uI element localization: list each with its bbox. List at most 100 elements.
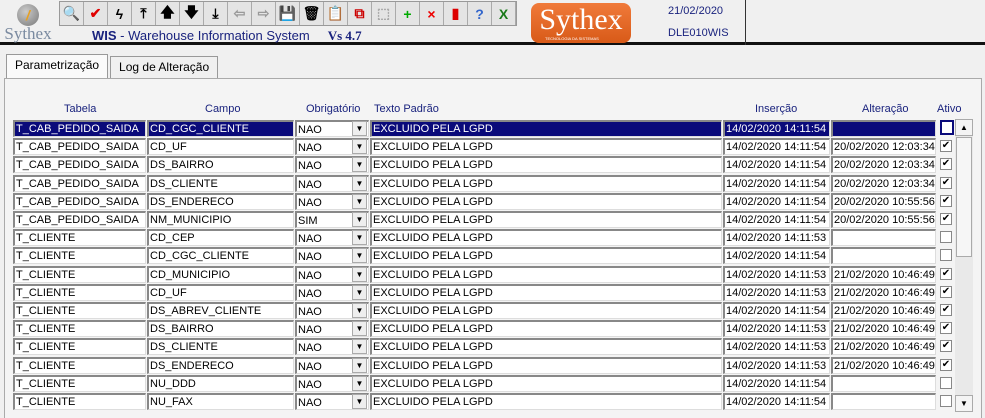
tab-log-de-alteracao[interactable]: Log de Alteração xyxy=(110,56,219,78)
texto-padrao-cell[interactable]: EXCLUIDO PELA LGPD xyxy=(370,338,722,356)
insercao-cell[interactable]: 14/02/2020 14:11:53 xyxy=(723,265,830,283)
scroll-thumb[interactable] xyxy=(956,137,972,257)
tabela-cell[interactable]: T_CLIENTE xyxy=(13,393,146,410)
lightning-button[interactable]: ϟ xyxy=(108,2,132,25)
ativo-checkbox[interactable] xyxy=(940,120,954,135)
chevron-down-icon[interactable]: ▼ xyxy=(352,284,367,300)
help-button[interactable]: ? xyxy=(468,2,492,25)
insercao-cell[interactable]: 14/02/2020 14:11:54 xyxy=(723,211,830,228)
save-button[interactable]: 💾 xyxy=(276,2,300,25)
campo-cell[interactable]: DS_CLIENTE xyxy=(147,338,294,356)
back-arrow-button[interactable]: ⇦ xyxy=(228,2,252,25)
trash-button[interactable]: 🗑 xyxy=(300,2,324,25)
ativo-checkbox[interactable] xyxy=(940,231,952,244)
tabela-cell[interactable]: T_CAB_PEDIDO_SAIDA xyxy=(13,192,146,210)
texto-padrao-cell[interactable]: EXCLUIDO PELA LGPD xyxy=(370,302,722,319)
tabela-cell[interactable]: T_CAB_PEDIDO_SAIDA xyxy=(13,120,146,137)
alteracao-cell[interactable]: 21/02/2020 10:46:49 xyxy=(831,320,936,338)
campo-cell[interactable]: DS_CLIENTE xyxy=(147,174,294,192)
campo-cell[interactable]: NU_DDD xyxy=(147,374,294,392)
alteracao-cell[interactable] xyxy=(831,229,936,247)
insercao-cell[interactable]: 14/02/2020 14:11:54 xyxy=(723,192,830,210)
texto-padrao-cell[interactable]: EXCLUIDO PELA LGPD xyxy=(370,229,722,247)
chevron-down-icon[interactable]: ▼ xyxy=(352,157,367,173)
campo-cell[interactable]: NU_FAX xyxy=(147,393,294,410)
tabela-cell[interactable]: T_CAB_PEDIDO_SAIDA xyxy=(13,138,146,156)
alteracao-cell[interactable] xyxy=(831,247,936,265)
chevron-down-icon[interactable]: ▼ xyxy=(352,175,367,191)
texto-padrao-cell[interactable]: EXCLUIDO PELA LGPD xyxy=(370,374,722,392)
ativo-checkbox[interactable]: ✔ xyxy=(940,194,952,207)
chevron-down-icon[interactable]: ▼ xyxy=(352,248,367,264)
ativo-checkbox[interactable]: ✔ xyxy=(940,304,952,316)
chevron-down-icon[interactable]: ▼ xyxy=(352,193,367,209)
scroll-down-button[interactable]: ▼ xyxy=(955,395,973,412)
excel-export-button[interactable]: X xyxy=(492,2,516,25)
texto-padrao-cell[interactable]: EXCLUIDO PELA LGPD xyxy=(370,356,722,374)
campo-cell[interactable]: DS_ENDERECO xyxy=(147,192,294,210)
tabela-cell[interactable]: T_CLIENTE xyxy=(13,374,146,392)
campo-cell[interactable]: DS_ABREV_CLIENTE xyxy=(147,302,294,319)
chevron-down-icon[interactable]: ▼ xyxy=(352,303,367,318)
ativo-checkbox[interactable] xyxy=(940,395,952,407)
tabela-cell[interactable]: T_CLIENTE xyxy=(13,283,146,301)
ativo-checkbox[interactable] xyxy=(940,376,952,389)
campo-cell[interactable]: CD_UF xyxy=(147,283,294,301)
add-record-button[interactable]: + xyxy=(396,2,420,25)
tabela-cell[interactable]: T_CAB_PEDIDO_SAIDA xyxy=(13,211,146,228)
chevron-down-icon[interactable]: ▼ xyxy=(352,321,367,337)
insercao-cell[interactable]: 14/02/2020 14:11:53 xyxy=(723,356,830,374)
insercao-cell[interactable]: 14/02/2020 14:11:54 xyxy=(723,138,830,156)
copy-button[interactable]: ⧉ xyxy=(348,2,372,25)
alteracao-cell[interactable]: 20/02/2020 12:03:34 xyxy=(831,174,936,192)
delete-record-button[interactable]: × xyxy=(420,2,444,25)
tabela-cell[interactable]: T_CLIENTE xyxy=(13,247,146,265)
tabela-cell[interactable]: T_CLIENTE xyxy=(13,229,146,247)
insercao-cell[interactable]: 14/02/2020 14:11:53 xyxy=(723,320,830,338)
ativo-checkbox[interactable]: ✔ xyxy=(940,267,952,280)
ativo-checkbox[interactable]: ✔ xyxy=(940,285,952,298)
last-record-button[interactable]: ⤓ xyxy=(204,2,228,25)
tabela-cell[interactable]: T_CLIENTE xyxy=(13,356,146,374)
next-record-button[interactable]: 🡇 xyxy=(180,2,204,25)
alteracao-cell[interactable] xyxy=(831,393,936,410)
ativo-checkbox[interactable]: ✔ xyxy=(940,176,952,189)
ativo-checkbox[interactable]: ✔ xyxy=(940,140,952,153)
alteracao-cell[interactable]: 20/02/2020 10:55:56 xyxy=(831,192,936,210)
chevron-down-icon[interactable]: ▼ xyxy=(352,230,367,246)
alteracao-cell[interactable]: 21/02/2020 10:46:49 xyxy=(831,283,936,301)
insercao-cell[interactable]: 14/02/2020 14:11:53 xyxy=(723,338,830,356)
tabela-cell[interactable]: T_CAB_PEDIDO_SAIDA xyxy=(13,174,146,192)
insercao-cell[interactable]: 14/02/2020 14:11:54 xyxy=(723,302,830,319)
alteracao-cell[interactable]: 21/02/2020 10:46:49 xyxy=(831,302,936,319)
campo-cell[interactable]: DS_ENDERECO xyxy=(147,356,294,374)
texto-padrao-cell[interactable]: EXCLUIDO PELA LGPD xyxy=(370,120,722,137)
ativo-checkbox[interactable]: ✔ xyxy=(940,158,952,171)
texto-padrao-cell[interactable]: EXCLUIDO PELA LGPD xyxy=(370,138,722,156)
texto-padrao-cell[interactable]: EXCLUIDO PELA LGPD xyxy=(370,283,722,301)
campo-cell[interactable]: CD_CEP xyxy=(147,229,294,247)
tab-parametrizacao[interactable]: Parametrização xyxy=(6,54,109,78)
insercao-cell[interactable]: 14/02/2020 14:11:54 xyxy=(723,174,830,192)
chevron-down-icon[interactable]: ▼ xyxy=(352,121,367,136)
insercao-cell[interactable]: 14/02/2020 14:11:53 xyxy=(723,229,830,247)
chevron-down-icon[interactable]: ▼ xyxy=(352,357,367,373)
chevron-down-icon[interactable]: ▼ xyxy=(352,266,367,282)
insercao-cell[interactable]: 14/02/2020 14:11:53 xyxy=(723,283,830,301)
tabela-cell[interactable]: T_CAB_PEDIDO_SAIDA xyxy=(13,156,146,174)
campo-cell[interactable]: DS_BAIRRO xyxy=(147,156,294,174)
alteracao-cell[interactable] xyxy=(831,120,936,137)
texto-padrao-cell[interactable]: EXCLUIDO PELA LGPD xyxy=(370,265,722,283)
tabela-cell[interactable]: T_CLIENTE xyxy=(13,265,146,283)
select-grid-button[interactable]: ⬚ xyxy=(372,2,396,25)
alteracao-cell[interactable]: 20/02/2020 10:55:56 xyxy=(831,211,936,228)
alteracao-cell[interactable]: 21/02/2020 10:46:49 xyxy=(831,265,936,283)
chevron-down-icon[interactable]: ▼ xyxy=(352,212,367,227)
campo-cell[interactable]: CD_UF xyxy=(147,138,294,156)
texto-padrao-cell[interactable]: EXCLUIDO PELA LGPD xyxy=(370,247,722,265)
ativo-checkbox[interactable]: ✔ xyxy=(940,213,952,225)
texto-padrao-cell[interactable]: EXCLUIDO PELA LGPD xyxy=(370,156,722,174)
campo-cell[interactable]: CD_MUNICIPIO xyxy=(147,265,294,283)
clipboard-button[interactable]: 📋 xyxy=(324,2,348,25)
tabela-cell[interactable]: T_CLIENTE xyxy=(13,302,146,319)
